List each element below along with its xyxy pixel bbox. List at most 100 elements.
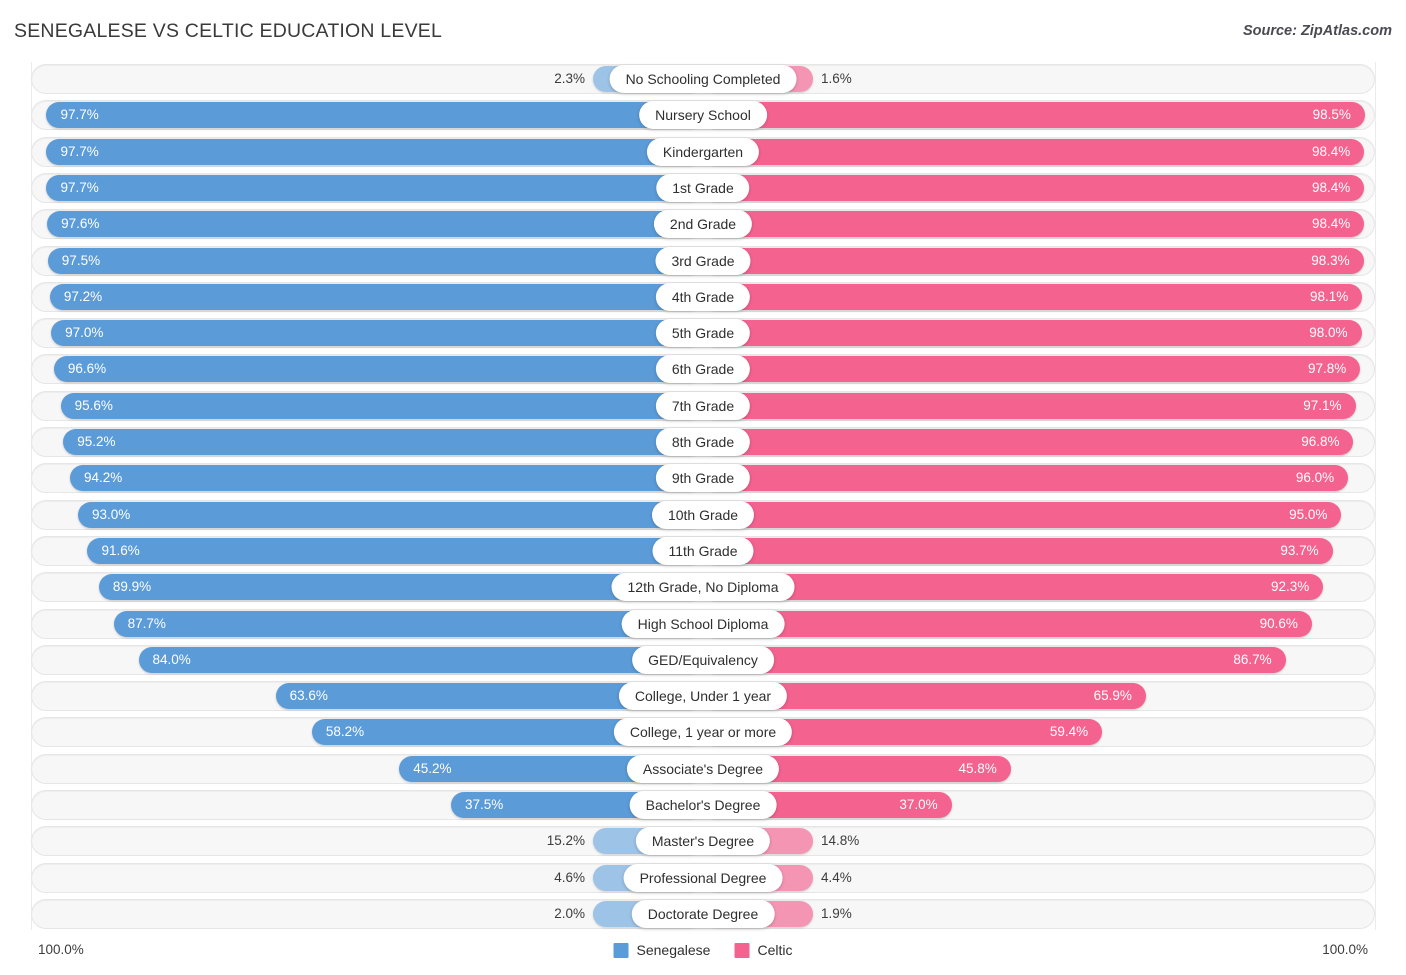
bar-celtic <box>703 392 1356 419</box>
value-label-senegalese: 45.2% <box>413 760 452 776</box>
bar-group-senegalese: 45.2% <box>31 754 703 784</box>
gridline <box>1375 62 1376 930</box>
chart-row: 95.6% 97.1% 7th Grade <box>31 390 1375 421</box>
category-label: GED/Equivalency <box>632 645 774 674</box>
bar-group-celtic: 45.8% <box>703 754 1375 784</box>
value-label-celtic: 98.4% <box>1311 179 1351 195</box>
bar-celtic <box>703 501 1342 528</box>
value-label-senegalese: 87.7% <box>127 615 166 631</box>
bar-group-celtic: 92.3% <box>703 572 1375 602</box>
legend-swatch-icon <box>734 942 750 958</box>
value-label-senegalese: 91.6% <box>101 542 140 558</box>
category-label: 10th Grade <box>651 500 755 529</box>
bar-celtic <box>703 283 1363 310</box>
bar-group-senegalese: 97.7% <box>31 100 703 130</box>
value-label-celtic: 98.4% <box>1311 143 1351 159</box>
bar-celtic <box>703 211 1365 238</box>
bar-group-celtic: 98.5% <box>703 100 1375 130</box>
value-label-senegalese: 97.7% <box>60 143 99 159</box>
legend-swatch-icon <box>613 942 629 958</box>
bar-group-senegalese: 91.6% <box>31 536 703 566</box>
bar-group-celtic: 98.4% <box>703 173 1375 203</box>
bar-group-celtic: 98.4% <box>703 209 1375 239</box>
bar-group-senegalese: 84.0% <box>31 645 703 675</box>
axis-max-left: 100.0% <box>38 942 84 957</box>
value-label-senegalese: 95.2% <box>77 434 116 449</box>
bar-senegalese <box>46 102 703 129</box>
chart-page: SENEGALESE VS CELTIC EDUCATION LEVEL Sou… <box>0 0 1406 975</box>
bar-celtic <box>703 646 1286 673</box>
value-label-senegalese: 58.2% <box>325 724 365 740</box>
bar-group-senegalese: 97.7% <box>31 137 703 167</box>
value-label-senegalese: 96.6% <box>67 361 107 377</box>
category-label: 11th Grade <box>652 536 754 565</box>
value-label-celtic: 95.0% <box>1289 506 1328 522</box>
bar-group-celtic: 97.1% <box>703 391 1375 421</box>
bar-group-celtic: 98.3% <box>703 246 1375 276</box>
category-label: Master's Degree <box>635 827 771 856</box>
bar-celtic <box>703 174 1365 201</box>
bar-group-senegalese: 97.0% <box>31 318 703 348</box>
chart-row: 63.6% 65.9% College, Under 1 year <box>31 681 1375 712</box>
bar-senegalese <box>63 429 703 455</box>
category-label: 12th Grade, No Diploma <box>611 573 795 602</box>
chart-row: 97.7% 98.4% 1st Grade <box>31 172 1375 203</box>
value-label-celtic: 93.7% <box>1280 542 1319 558</box>
source-attribution: Source: ZipAtlas.com <box>1242 23 1392 39</box>
bar-group-senegalese: 97.5% <box>31 246 703 276</box>
bar-celtic <box>703 102 1365 129</box>
bar-senegalese <box>138 646 703 673</box>
category-label: 6th Grade <box>655 355 751 384</box>
bar-senegalese <box>113 610 703 637</box>
bar-group-celtic: 93.7% <box>703 536 1375 566</box>
bar-group-senegalese: 95.2% <box>31 427 703 457</box>
value-label-senegalese: 97.0% <box>65 325 104 341</box>
bar-group-senegalese: 4.6% <box>31 863 703 893</box>
bar-senegalese <box>60 392 703 419</box>
bar-group-celtic: 97.8% <box>703 354 1375 384</box>
value-label-celtic: 1.6% <box>821 71 852 86</box>
bar-group-celtic: 96.0% <box>703 463 1375 493</box>
value-label-senegalese: 97.6% <box>61 216 100 232</box>
value-label-senegalese: 97.7% <box>60 179 99 195</box>
bar-celtic <box>703 537 1333 564</box>
chart-row: 91.6% 93.7% 11th Grade <box>31 535 1375 566</box>
bar-group-senegalese: 89.9% <box>31 572 703 602</box>
category-label: College, 1 year or more <box>613 718 793 747</box>
chart-row: 58.2% 59.4% College, 1 year or more <box>31 717 1375 748</box>
bar-group-senegalese: 37.5% <box>31 790 703 820</box>
category-label: College, Under 1 year <box>618 682 788 711</box>
value-label-celtic: 98.1% <box>1309 288 1349 304</box>
value-label-senegalese: 94.2% <box>83 470 123 486</box>
value-label-senegalese: 93.0% <box>92 506 131 522</box>
chart-row: 87.7% 90.6% High School Diploma <box>31 608 1375 639</box>
value-label-celtic: 4.4% <box>821 869 852 885</box>
bar-group-celtic: 98.1% <box>703 282 1375 312</box>
value-label-senegalese: 4.6% <box>554 869 585 885</box>
value-label-celtic: 98.5% <box>1312 107 1351 123</box>
bar-group-celtic: 96.8% <box>703 427 1375 457</box>
bar-group-senegalese: 94.2% <box>31 463 703 493</box>
value-label-celtic: 98.0% <box>1309 325 1348 341</box>
value-label-celtic: 97.8% <box>1307 361 1347 377</box>
bar-group-celtic: 1.6% <box>703 64 1375 94</box>
value-label-celtic: 59.4% <box>1049 724 1089 740</box>
value-label-senegalese: 89.9% <box>112 579 152 595</box>
legend-label: Senegalese <box>636 942 711 958</box>
value-label-celtic: 96.0% <box>1295 470 1335 486</box>
bar-group-senegalese: 96.6% <box>31 354 703 384</box>
bar-senegalese <box>47 211 703 238</box>
value-label-senegalese: 84.0% <box>152 651 191 667</box>
bar-group-senegalese: 87.7% <box>31 609 703 639</box>
bar-celtic <box>703 465 1349 492</box>
legend-item-celtic: Celtic <box>734 942 792 958</box>
value-label-celtic: 98.3% <box>1311 252 1350 268</box>
chart-row: 84.0% 86.7% GED/Equivalency <box>31 644 1375 675</box>
category-label: 2nd Grade <box>653 210 753 239</box>
value-label-senegalese: 2.0% <box>554 905 585 921</box>
bar-celtic <box>703 574 1324 601</box>
value-label-celtic: 1.9% <box>821 905 852 921</box>
bar-group-senegalese: 93.0% <box>31 500 703 530</box>
bar-group-senegalese: 95.6% <box>31 391 703 421</box>
bar-group-senegalese: 97.6% <box>31 209 703 239</box>
